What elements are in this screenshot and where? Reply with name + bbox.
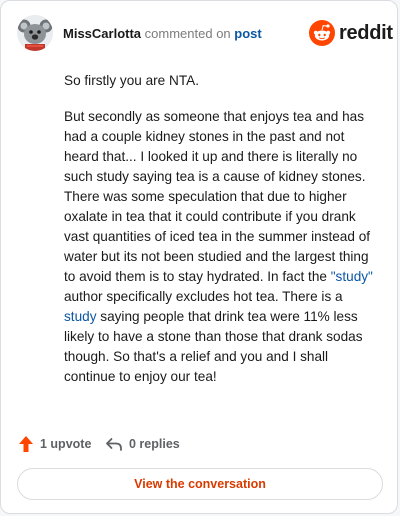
user-avatar[interactable]: [17, 15, 53, 51]
comment-card: MissCarlotta commented on post reddit So…: [0, 0, 398, 514]
comment-paragraph: So firstly you are NTA.: [64, 71, 376, 91]
comment-paragraph: But secondly as someone that enjoys tea …: [64, 107, 376, 387]
replies-button[interactable]: 0 replies: [105, 433, 180, 455]
upvote-count: 1 upvote: [40, 437, 92, 451]
reddit-wordmark: reddit: [339, 22, 393, 44]
comment-text: But secondly as someone that enjoys tea …: [64, 109, 371, 284]
username-link[interactable]: MissCarlotta: [63, 26, 141, 41]
upvote-arrow-icon: [19, 436, 33, 452]
action-text: commented on: [144, 26, 231, 41]
comment-header: MissCarlotta commented on post reddit: [17, 15, 393, 51]
comment-text: saying people that drink tea were 11% le…: [64, 309, 363, 384]
post-link[interactable]: post: [234, 26, 261, 41]
upvote-button[interactable]: 1 upvote: [18, 433, 91, 455]
view-conversation-button[interactable]: View the conversation: [17, 468, 383, 500]
reply-arrow-icon: [106, 438, 122, 451]
study-quote-link[interactable]: "study": [331, 269, 373, 284]
reddit-brand[interactable]: reddit: [309, 20, 393, 46]
comment-text: So firstly you are NTA.: [64, 73, 199, 88]
comment-byline: MissCarlotta commented on post: [63, 26, 262, 42]
comment-text: author specifically excludes hot tea. Th…: [64, 289, 343, 304]
study-link[interactable]: study: [64, 309, 97, 324]
replies-count: 0 replies: [129, 437, 180, 451]
comment-actions: 1 upvote 0 replies: [18, 433, 378, 455]
comment-body: So firstly you are NTA. But secondly as …: [64, 71, 376, 403]
reddit-alien-icon: [309, 20, 335, 46]
koala-avatar-icon: [17, 15, 53, 51]
